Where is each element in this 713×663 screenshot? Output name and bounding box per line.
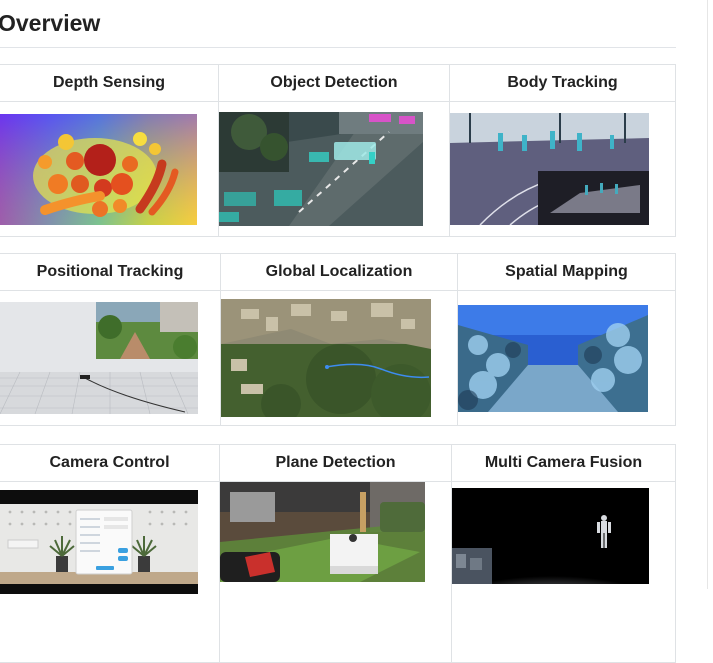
header-positional-tracking: Positional Tracking — [0, 253, 221, 291]
page-title: Overview — [0, 10, 101, 36]
header-spatial-mapping: Spatial Mapping — [457, 253, 676, 291]
window-edge-divider — [707, 0, 708, 589]
global-localization-image[interactable] — [221, 299, 457, 417]
spatial-mapping-image[interactable] — [458, 304, 675, 412]
depth-sensing-image[interactable] — [0, 113, 218, 225]
positional-tracking-image[interactable] — [0, 302, 220, 414]
cell-multi-camera-fusion — [451, 481, 676, 663]
features-table-row-3: Camera Control Plane Detection Multi Cam… — [0, 444, 676, 663]
cell-global-localization — [220, 290, 458, 426]
header-depth-sensing: Depth Sensing — [0, 64, 219, 102]
features-table-row-2: Positional Tracking Global Localization … — [0, 253, 676, 426]
header-camera-control: Camera Control — [0, 444, 220, 482]
plane-detection-image[interactable] — [220, 482, 451, 582]
multi-camera-fusion-image[interactable] — [452, 488, 675, 584]
header-object-detection: Object Detection — [218, 64, 450, 102]
header-plane-detection: Plane Detection — [219, 444, 452, 482]
cell-object-detection — [218, 101, 450, 237]
body-tracking-image[interactable] — [450, 113, 675, 225]
object-detection-image[interactable] — [219, 112, 449, 226]
features-table-row-1: Depth Sensing Object Detection Body Trac… — [0, 64, 676, 237]
cell-body-tracking — [449, 101, 676, 237]
cell-camera-control — [0, 481, 220, 663]
cell-plane-detection — [219, 481, 452, 663]
title-divider — [0, 47, 676, 48]
camera-control-image[interactable] — [0, 490, 219, 594]
cell-spatial-mapping — [457, 290, 676, 426]
cell-positional-tracking — [0, 290, 221, 426]
header-global-localization: Global Localization — [220, 253, 458, 291]
header-multi-camera-fusion: Multi Camera Fusion — [451, 444, 676, 482]
header-body-tracking: Body Tracking — [449, 64, 676, 102]
cell-depth-sensing — [0, 101, 219, 237]
